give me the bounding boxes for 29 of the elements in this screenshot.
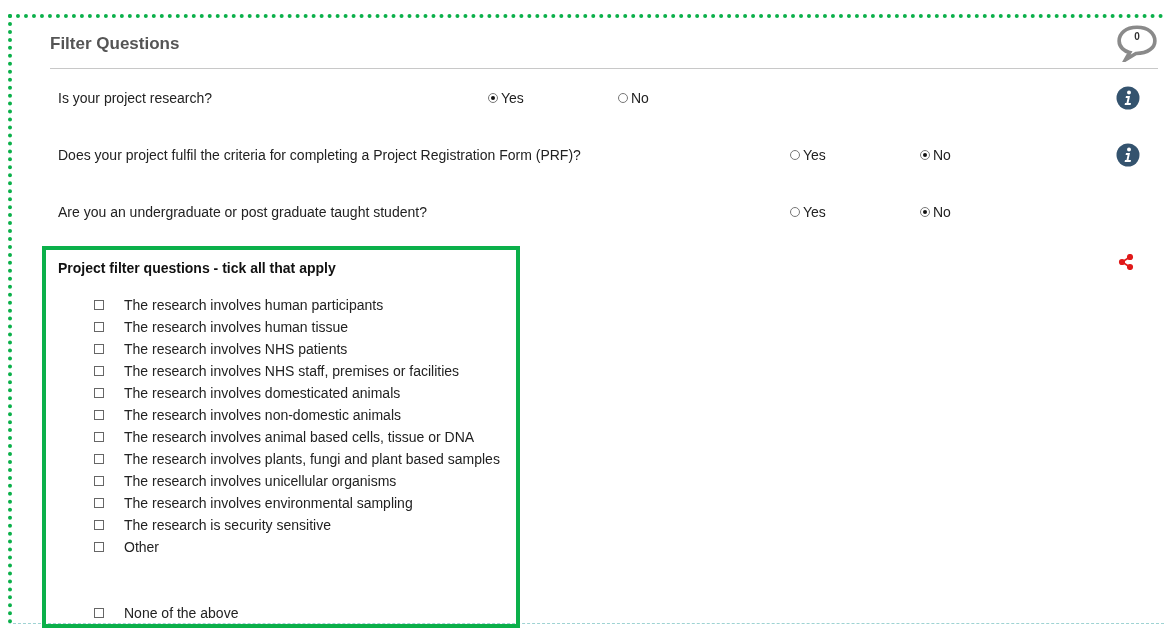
checkbox-option[interactable]: The research involves human participants — [94, 294, 504, 316]
question-text: Are you an undergraduate or post graduate taught student? — [57, 203, 428, 220]
checkbox-option[interactable]: The research is security sensitive — [94, 514, 504, 536]
info-icon[interactable] — [1116, 85, 1140, 110]
checkbox-option[interactable]: Other — [94, 536, 504, 558]
info-icon[interactable] — [1116, 142, 1140, 167]
radio-option[interactable]: Yes — [488, 89, 618, 106]
speech-bubble-icon — [1116, 24, 1158, 62]
checklist-title: Project filter questions - tick all that apply — [58, 260, 337, 276]
checkbox-option[interactable]: The research involves non-domestic animals — [94, 404, 504, 426]
question-text: Does your project fulfil the criteria for completing a Project Registration Form (PRF)? — [57, 146, 582, 163]
radio-option[interactable]: No — [920, 203, 1050, 220]
checkbox-option[interactable]: The research involves animal based cells, tissue or DNA — [94, 426, 504, 448]
checkbox-option[interactable]: The research involves domesticated animals — [94, 382, 504, 404]
checkbox-option[interactable]: The research involves unicellular organisms — [94, 470, 504, 492]
checkbox-option[interactable]: The research involves NHS patients — [94, 338, 504, 360]
question-text: Is your project research? — [57, 89, 214, 106]
radio-option[interactable]: No — [618, 89, 748, 106]
checkbox-option[interactable]: None of the above — [94, 602, 504, 624]
share-icon[interactable] — [1118, 254, 1134, 270]
comments-button[interactable]: 0 — [1116, 24, 1158, 62]
radio-option[interactable]: Yes — [790, 146, 920, 163]
radio-option[interactable]: Yes — [790, 203, 920, 220]
checkbox-option[interactable]: The research involves NHS staff, premises or facilities — [94, 360, 504, 382]
section-title: Filter Questions — [50, 33, 180, 54]
radio-option[interactable]: No — [920, 146, 1050, 163]
checkbox-option[interactable]: The research involves environmental sampling — [94, 492, 504, 514]
checkbox-option[interactable]: The research involves plants, fungi and plant based samples — [94, 448, 504, 470]
checkbox-option[interactable]: The research involves human tissue — [94, 316, 504, 338]
